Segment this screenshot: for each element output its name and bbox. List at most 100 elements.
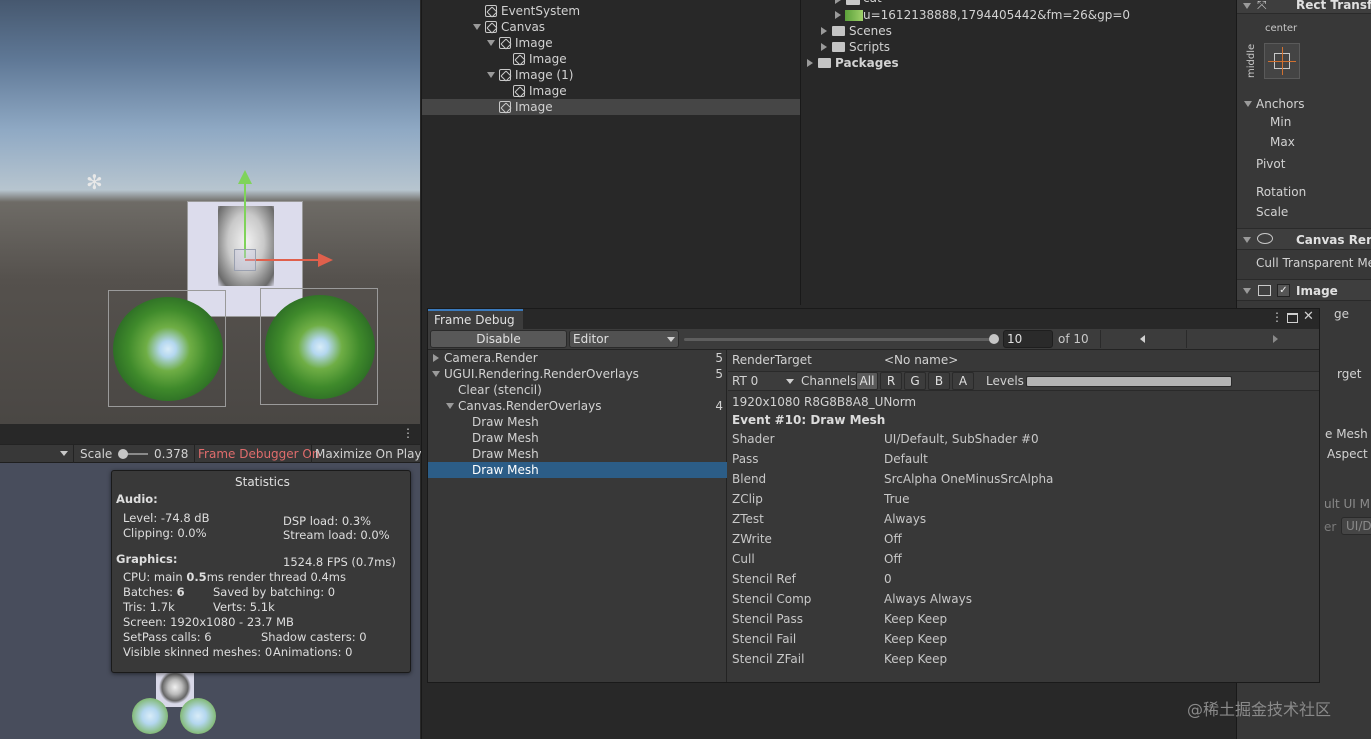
tab-label: Frame Debug [434, 313, 515, 327]
move-gizmo-center[interactable] [234, 249, 256, 271]
hierarchy-item-image-selected[interactable]: Image [422, 99, 800, 115]
event-tree-item[interactable]: Clear (stencil) [428, 382, 727, 398]
collapse-arrow-icon[interactable] [1243, 3, 1251, 9]
levels-range-slider[interactable] [1026, 376, 1232, 387]
property-value: Default [884, 452, 928, 466]
project-item-packages[interactable]: Packages [801, 55, 1237, 71]
rect-transform-title: Rect Transfo [1296, 0, 1371, 12]
expand-arrow-icon[interactable] [835, 0, 841, 4]
expanded-arrow-icon[interactable] [432, 371, 440, 377]
anchor-preset-button[interactable] [1264, 43, 1300, 79]
enabled-checkbox[interactable]: ✓ [1277, 284, 1290, 297]
frame-debugger-on-button[interactable]: Frame Debugger On [198, 447, 319, 461]
scene-bottom-bar: ⋮ [0, 424, 420, 444]
hierarchy-item-image-child[interactable]: Image [422, 51, 800, 67]
render-target-format: 1920x1080 R8G8B8A8_UNorm [732, 395, 917, 409]
channels-label: Channels [801, 374, 857, 388]
saved-by-batching: Saved by batching: 0 [213, 585, 336, 599]
project-item-label: Scenes [849, 24, 892, 38]
event-total-label: of 10 [1058, 332, 1089, 346]
event-index-field[interactable]: 10 [1003, 330, 1053, 348]
expand-arrow-icon[interactable] [487, 40, 495, 46]
move-gizmo-y-axis[interactable] [244, 180, 246, 258]
channel-r-button[interactable]: R [880, 372, 902, 390]
window-menu-icon[interactable]: ⋮ [1271, 310, 1283, 324]
hierarchy-item-image-child-2[interactable]: Image [422, 83, 800, 99]
project-item-tree-image[interactable]: u=1612138888,1794405442&fm=26&gp=0 [801, 7, 1237, 23]
close-window-icon[interactable]: ✕ [1303, 309, 1314, 324]
tree-image-right[interactable] [260, 288, 378, 405]
expand-arrow-icon[interactable] [821, 27, 827, 35]
shader-dropdown[interactable]: UI/De [1341, 517, 1371, 535]
rt-dropdown-label: RT 0 [732, 374, 759, 388]
canvas-renderer-header[interactable]: Canvas Rend [1237, 228, 1371, 250]
event-tree-label: Draw Mesh [472, 431, 539, 445]
event-tree-item[interactable]: UGUI.Rendering.RenderOverlays 5 [428, 366, 727, 382]
render-target-value: <No name> [884, 353, 959, 367]
light-gizmo-icon[interactable]: ✻ [86, 170, 103, 194]
collapsed-arrow-icon[interactable] [433, 354, 439, 362]
event-slider-thumb[interactable] [989, 334, 999, 344]
collapse-arrow-icon[interactable] [1244, 101, 1252, 107]
cat-picture [218, 206, 274, 286]
gameobject-icon [499, 101, 511, 113]
move-gizmo-x-arrow-icon[interactable] [318, 253, 333, 267]
kebab-menu-icon[interactable]: ⋮ [402, 426, 414, 440]
channel-g-button[interactable]: G [904, 372, 926, 390]
project-item-scenes[interactable]: Scenes [801, 23, 1237, 39]
event-tree-item[interactable]: Draw Mesh [428, 414, 727, 430]
expanded-arrow-icon[interactable] [446, 403, 454, 409]
hierarchy-item-eventsystem[interactable]: EventSystem [422, 3, 800, 19]
event-tree-item[interactable]: Canvas.RenderOverlays 4 [428, 398, 727, 414]
canvas-renderer-title: Canvas Rend [1296, 233, 1371, 247]
maximize-on-play-button[interactable]: Maximize On Play [315, 447, 422, 461]
hierarchy-item-label: Image [529, 52, 567, 66]
expand-arrow-icon[interactable] [835, 11, 841, 19]
maximize-window-icon[interactable] [1287, 313, 1298, 323]
property-row-blend: Blend SrcAlpha OneMinusSrcAlpha [732, 470, 1312, 490]
expand-arrow-icon[interactable] [807, 59, 813, 67]
frame-debugger-tabbar: Frame Debug ⋮ ✕ [428, 309, 1319, 330]
anchors-label: Anchors [1256, 97, 1305, 111]
scale-slider-thumb[interactable] [118, 449, 128, 459]
dropdown-arrow-icon[interactable] [60, 451, 68, 456]
expand-arrow-icon[interactable] [473, 24, 481, 30]
channel-b-button[interactable]: B [928, 372, 950, 390]
event-slider-track[interactable] [684, 338, 996, 341]
hierarchy-item-canvas[interactable]: Canvas [422, 19, 800, 35]
property-row-stencil-pass: Stencil Pass Keep Keep [732, 610, 1312, 630]
event-tree-label: Camera.Render [444, 351, 538, 365]
target-dropdown[interactable]: Editor [569, 330, 679, 348]
collapse-arrow-icon[interactable] [1243, 288, 1251, 294]
hierarchy-item-image[interactable]: Image [422, 35, 800, 51]
image-asset-icon [845, 10, 863, 21]
channel-all-button[interactable]: All [856, 372, 878, 390]
project-item-scripts[interactable]: Scripts [801, 39, 1237, 55]
hierarchy-item-image-1[interactable]: Image (1) [422, 67, 800, 83]
source-image-label: ge [1334, 307, 1349, 321]
move-gizmo-x-axis[interactable] [245, 259, 319, 261]
tree-image-left[interactable] [108, 290, 226, 407]
event-tree-item-selected[interactable]: Draw Mesh [428, 462, 727, 478]
event-tree-item[interactable]: Draw Mesh [428, 430, 727, 446]
image-component-header[interactable]: ✓ Image [1237, 279, 1371, 301]
scene-view[interactable]: ✻ [0, 0, 420, 424]
game-view-toolbar: Scale 0.378 Frame Debugger On Maximize O… [0, 444, 422, 463]
rt-dropdown[interactable]: RT 0 [728, 372, 798, 390]
channel-a-button[interactable]: A [952, 372, 974, 390]
expand-arrow-icon[interactable] [487, 72, 495, 78]
tab-frame-debug[interactable]: Frame Debug [428, 309, 523, 330]
move-gizmo-y-arrow-icon[interactable] [238, 170, 252, 184]
expand-arrow-icon[interactable] [821, 43, 827, 51]
audio-heading: Audio: [116, 492, 158, 506]
prev-event-button[interactable] [1100, 330, 1186, 348]
event-tree-item[interactable]: Draw Mesh [428, 446, 727, 462]
property-value: Always Always [884, 592, 972, 606]
property-key: Blend [732, 472, 767, 486]
event-tree-item[interactable]: Camera.Render 5 [428, 350, 727, 366]
batches-prefix: Batches: [123, 585, 177, 599]
collapse-arrow-icon[interactable] [1243, 237, 1251, 243]
disable-button[interactable]: Disable [430, 330, 567, 348]
rect-transform-header[interactable]: ⤧ Rect Transfo [1237, 0, 1371, 14]
next-event-button[interactable] [1186, 330, 1278, 348]
